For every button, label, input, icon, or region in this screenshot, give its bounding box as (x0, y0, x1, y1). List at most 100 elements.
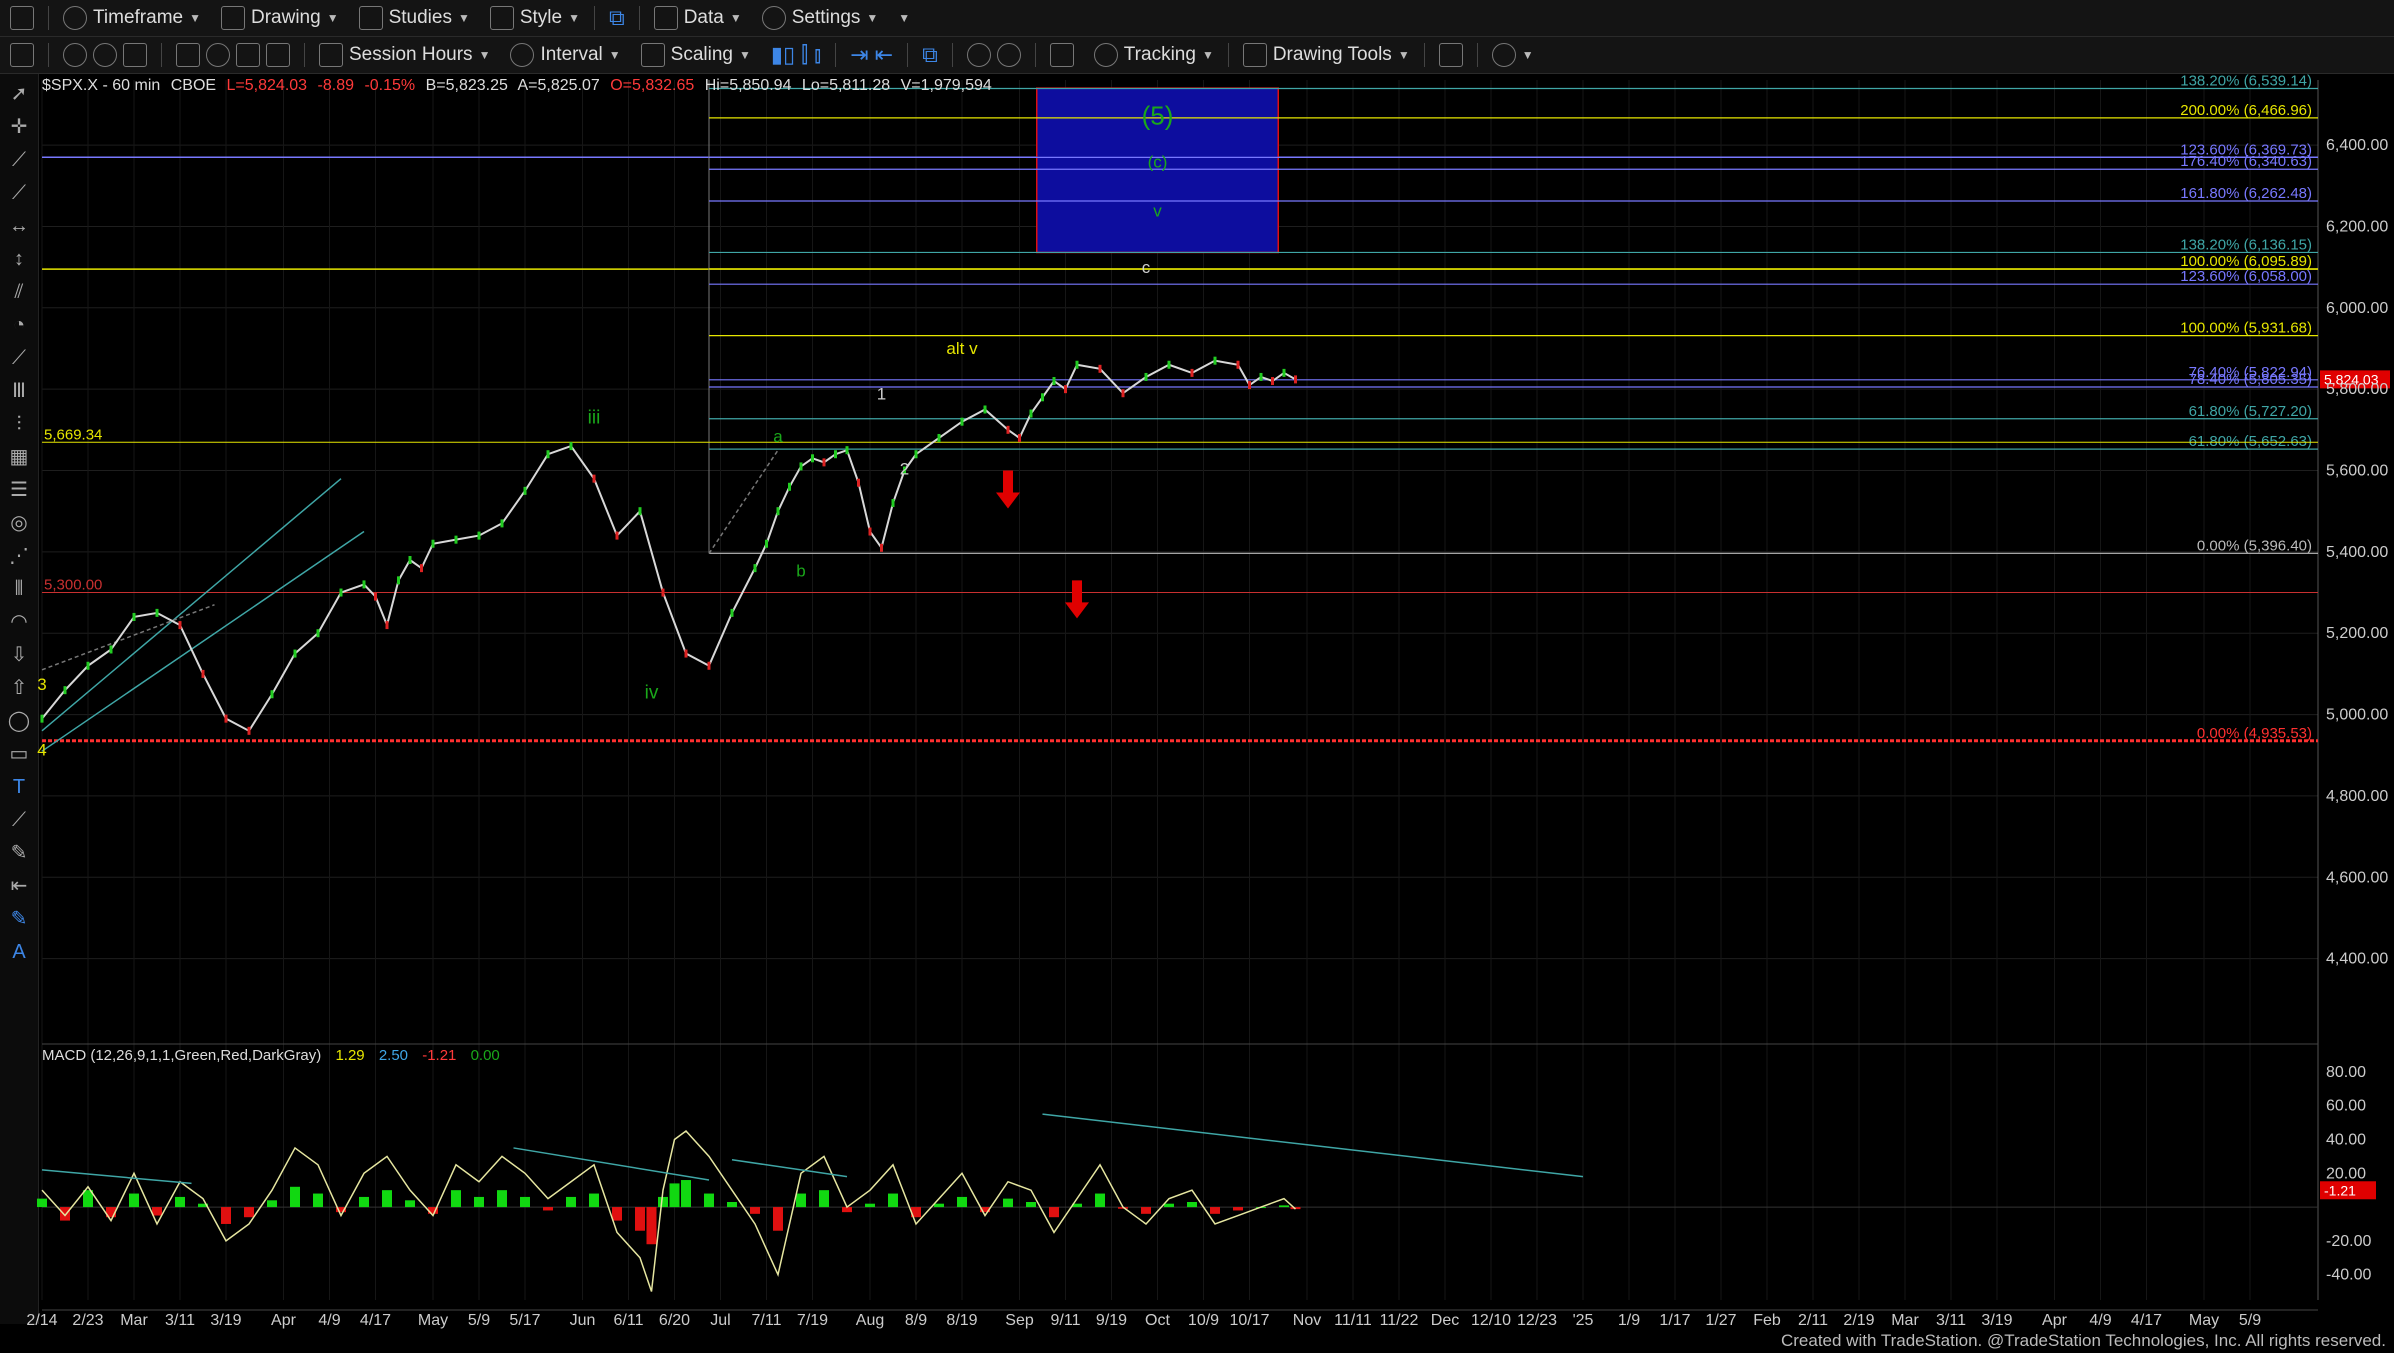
price-tick-label: 6,000.00 (2326, 300, 2388, 317)
price-bar (857, 478, 860, 487)
macd-histogram-bar (221, 1207, 231, 1224)
time-tick-label: 9/11 (1051, 1312, 1081, 1329)
macd-histogram-bar (129, 1193, 139, 1208)
fib-level-label: 0.00% (4,935.53) (2197, 725, 2312, 742)
price-bar (788, 482, 791, 491)
time-tick-label: 5/9 (468, 1312, 490, 1329)
macd-histogram-bar (382, 1190, 392, 1208)
time-tick-label: 3/19 (210, 1312, 241, 1329)
price-bar (546, 450, 550, 459)
time-tick-label: 4/17 (360, 1312, 391, 1329)
time-tick-label: Oct (1145, 1312, 1170, 1329)
macd-histogram-bar (669, 1183, 680, 1208)
channel-line (41, 530, 365, 752)
fib-level-label: 61.80% (5,727.20) (2189, 403, 2312, 420)
price-tick-label: 4,800.00 (2326, 788, 2388, 805)
time-tick-label: Apr (2042, 1312, 2068, 1329)
macd-histogram-bar (152, 1207, 162, 1216)
macd-histogram-bar (1049, 1207, 1059, 1218)
time-tick-label: Feb (1753, 1312, 1781, 1329)
price-bar (1282, 368, 1286, 377)
fib-level-label: 161.80% (6,262.48) (2180, 185, 2312, 202)
time-tick-label: Mar (1891, 1312, 1919, 1329)
macd-histogram-bar (589, 1193, 599, 1208)
macd-value-1: 1.29 (335, 1047, 364, 1064)
time-tick-label: Jul (710, 1312, 730, 1329)
fib-level-label: 138.20% (6,539.14) (2180, 72, 2312, 89)
time-tick-label: May (418, 1312, 448, 1329)
price-chart[interactable]: 138.20% (6,539.14) 200.00% (6,466.96) 123.… (0, 0, 2394, 1353)
price-bar (937, 433, 941, 442)
time-tick-label: 4/9 (318, 1312, 340, 1329)
exchange-label: CBOE (171, 77, 216, 94)
time-tick-label: '25 (1573, 1312, 1594, 1329)
price-bar (914, 450, 918, 459)
macd-histogram-bar (474, 1196, 484, 1208)
price-bar (707, 661, 711, 670)
price-bar (397, 576, 400, 585)
time-tick-label: 5/17 (509, 1312, 540, 1329)
chart-grid (41, 80, 2319, 1311)
macd-histogram-bar (60, 1207, 70, 1221)
macd-histogram-bar (773, 1207, 783, 1231)
price-tick-label: 5,000.00 (2326, 707, 2388, 724)
price-line (41, 359, 1296, 733)
price-bar (109, 645, 113, 654)
time-tick-label: 12/23 (1517, 1312, 1557, 1329)
price-bar (178, 621, 182, 630)
time-tick-label: 8/19 (946, 1312, 977, 1329)
price-bar (86, 661, 90, 670)
price-bar (431, 539, 435, 548)
price-bar (420, 564, 423, 573)
macd-histogram-bar (1003, 1198, 1013, 1208)
price-bar (1236, 360, 1240, 369)
macd-tick-label: 60.00 (2326, 1098, 2366, 1115)
price-bar (293, 649, 297, 658)
time-tick-label: 6/20 (659, 1312, 690, 1329)
price-bar (385, 621, 389, 630)
price-axis: 6,400.00 6,200.00 6,000.00 5,800.00 5,600.00… (2326, 137, 2388, 968)
macd-trend-line (513, 1147, 710, 1181)
price-bar (1041, 393, 1044, 402)
price-bar (799, 462, 803, 471)
time-tick-label: Jun (570, 1312, 596, 1329)
fib-level-label: 61.80% (5,652.63) (2189, 433, 2312, 450)
price-bar (132, 612, 136, 621)
price-bar (834, 450, 837, 459)
price-bar (753, 564, 757, 573)
price-bar (1213, 356, 1217, 365)
macd-histogram-bar (957, 1196, 967, 1208)
time-tick-label: 5/9 (2239, 1312, 2261, 1329)
wave-label: c (1142, 258, 1151, 277)
wave-label: 2 (900, 460, 909, 479)
fib-level-label: 123.60% (6,058.00) (2180, 268, 2312, 285)
time-tick-label: 4/17 (2131, 1312, 2162, 1329)
macd-histogram-bar (175, 1196, 185, 1208)
macd-histogram-bar (290, 1186, 300, 1208)
price-bar (730, 608, 734, 617)
price-bar (569, 442, 573, 451)
macd-trend-line (1042, 1113, 1584, 1178)
price-bar (1144, 372, 1148, 381)
price-tick-label: 4,600.00 (2326, 869, 2388, 886)
macd-label: MACD (12,26,9,1,1,Green,Red,DarkGray) (42, 1047, 321, 1064)
price-bar (1098, 364, 1102, 373)
price-bar (201, 669, 205, 678)
price-bar (661, 588, 665, 597)
price-bar (1190, 368, 1194, 377)
price-bar (40, 714, 44, 723)
macd-histogram-bar (796, 1193, 806, 1208)
wave-label: v (1153, 201, 1162, 220)
time-tick-label: May (2189, 1312, 2219, 1329)
net-change: -8.89 (318, 77, 355, 94)
macd-header: MACD (12,26,9,1,1,Green,Red,DarkGray) 1.… (42, 1047, 500, 1064)
price-bar (1167, 360, 1171, 369)
price-bar (822, 458, 826, 467)
price-bar (684, 649, 688, 658)
high-price: Hi=5,850.94 (705, 77, 792, 94)
macd-histogram-bar (1187, 1202, 1197, 1208)
price-bar (1121, 389, 1125, 398)
macd-histogram-bar (451, 1190, 461, 1208)
macd-histogram-bar (934, 1203, 944, 1208)
macd-value-3: -1.21 (422, 1047, 456, 1064)
